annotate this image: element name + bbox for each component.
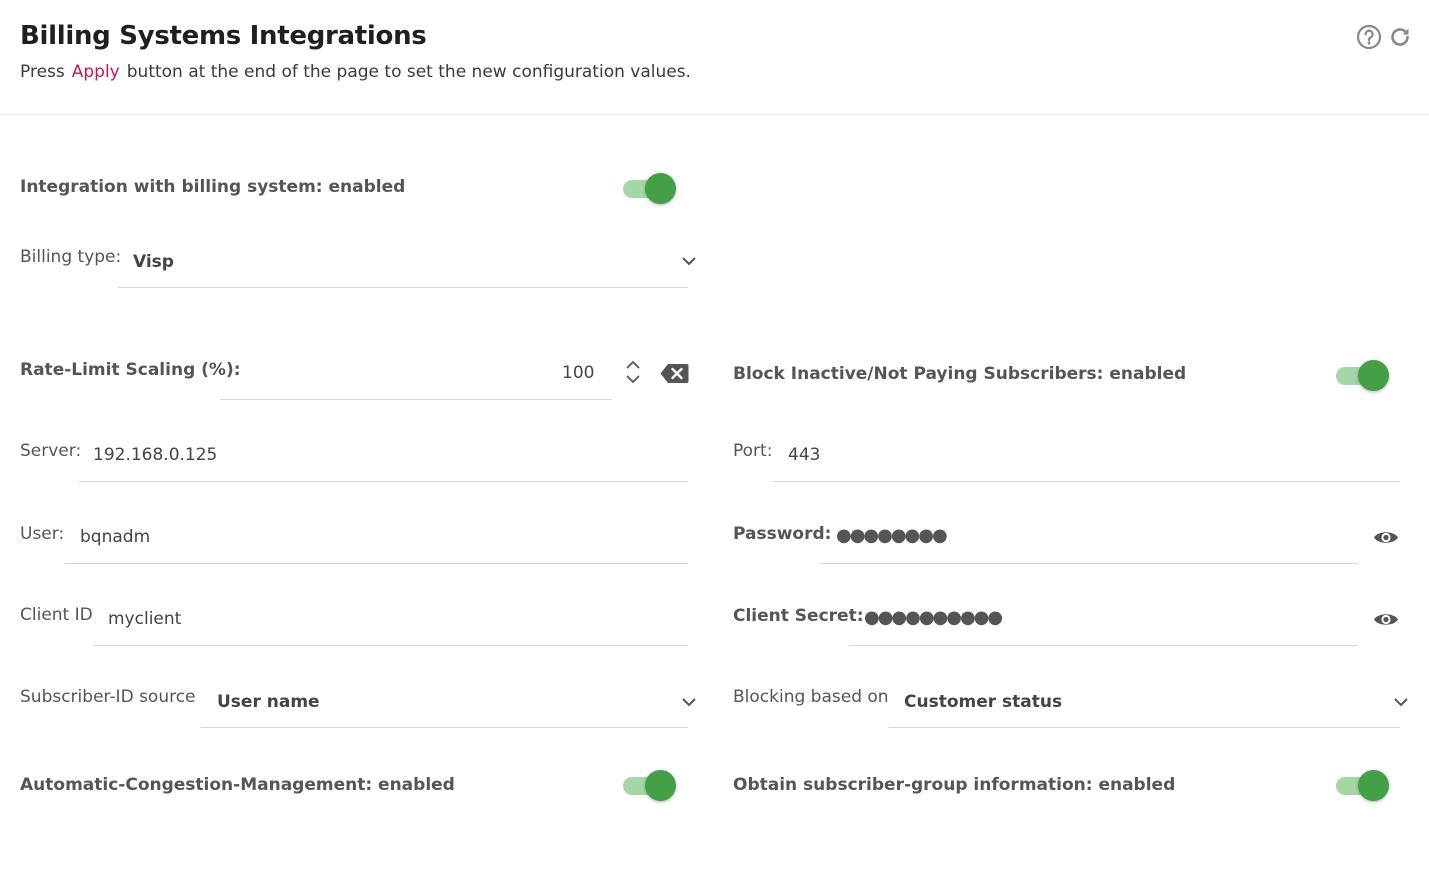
subtitle-suffix: button at the end of the page to set the…: [126, 62, 691, 82]
blocking-based-on-select[interactable]: Customer status: [904, 692, 1062, 712]
billing-type-select[interactable]: Visp: [133, 252, 174, 272]
password-input[interactable]: ●●●●●●●●: [836, 525, 948, 546]
rate-limit-input[interactable]: 100: [562, 363, 594, 383]
apply-link: Apply: [71, 62, 120, 82]
integration-label: Integration with billing system: enabled: [20, 177, 406, 197]
subscriber-id-source-label: Subscriber-ID source: [20, 687, 196, 707]
toggle-knob: [645, 173, 676, 204]
client-id-input[interactable]: myclient: [108, 609, 181, 629]
toggle-knob: [1358, 770, 1389, 801]
client-id-label: Client ID: [20, 605, 93, 625]
server-input[interactable]: 192.168.0.125: [93, 445, 217, 465]
client-id-underline: [93, 645, 688, 646]
refresh-icon[interactable]: [1387, 24, 1413, 50]
rate-limit-label: Rate-Limit Scaling (%):: [20, 360, 241, 380]
subtitle-prefix: Press: [20, 62, 65, 82]
clear-icon[interactable]: [660, 363, 689, 384]
client-secret-input[interactable]: ●●●●●●●●●●: [864, 607, 1003, 628]
chevron-down-icon[interactable]: [1393, 696, 1409, 708]
user-label: User:: [20, 524, 65, 544]
page-header: Billing Systems Integrations Press Apply b…: [0, 0, 1429, 115]
eye-icon[interactable]: [1373, 529, 1399, 546]
billing-type-label: Billing type:: [20, 247, 122, 267]
billing-type-underline: [118, 287, 688, 288]
rate-limit-underline: [220, 399, 612, 400]
toggle-knob: [645, 770, 676, 801]
user-underline: [65, 563, 688, 564]
page-subtitle: Press Apply button at the end of the page …: [20, 62, 691, 82]
server-label: Server:: [20, 441, 82, 461]
eye-icon[interactable]: [1373, 611, 1399, 628]
subscriber-id-source-underline: [201, 727, 688, 728]
acm-toggle[interactable]: [623, 768, 677, 801]
subscriber-id-source-select[interactable]: User name: [217, 692, 320, 712]
blocking-based-on-label: Blocking based on: [733, 687, 889, 707]
stepper-icon[interactable]: [625, 359, 641, 385]
acm-label: Automatic-Congestion-Management: enabled: [20, 775, 455, 795]
password-underline: [821, 563, 1358, 564]
page-title: Billing Systems Integrations: [20, 21, 427, 51]
user-input[interactable]: bqnadm: [80, 527, 150, 547]
chevron-down-icon[interactable]: [681, 255, 697, 267]
block-inactive-label: Block Inactive/Not Paying Subscribers: e…: [733, 364, 1187, 384]
port-underline: [773, 481, 1400, 482]
subscriber-group-label: Obtain subscriber-group information: ena…: [733, 775, 1176, 795]
blocking-based-on-underline: [889, 727, 1400, 728]
client-secret-underline: [849, 645, 1358, 646]
server-underline: [79, 481, 688, 482]
chevron-down-icon[interactable]: [681, 696, 697, 708]
help-circle-icon[interactable]: [1356, 24, 1382, 50]
block-inactive-toggle[interactable]: [1336, 358, 1390, 391]
subscriber-group-toggle[interactable]: [1336, 768, 1390, 801]
port-input[interactable]: 443: [788, 445, 820, 465]
toggle-knob: [1358, 360, 1389, 391]
integration-toggle[interactable]: [623, 171, 677, 204]
port-label: Port:: [733, 441, 773, 461]
password-label: Password:: [733, 524, 832, 544]
client-secret-label: Client Secret:: [733, 606, 864, 626]
